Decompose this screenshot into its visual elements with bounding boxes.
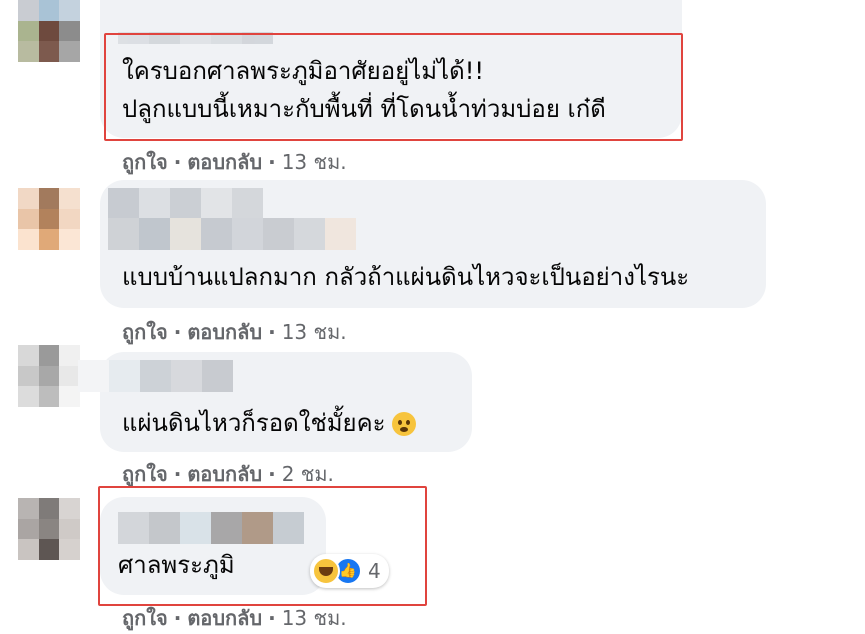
like-link[interactable]: ถูกใจ xyxy=(122,606,168,630)
reply-link[interactable]: ตอบกลับ xyxy=(187,320,262,344)
avatar[interactable] xyxy=(18,0,80,62)
highlight-box xyxy=(104,33,683,141)
reply-link[interactable]: ตอบกลับ xyxy=(187,150,262,174)
comment-actions: ถูกใจ · ตอบกลับ · 13 ชม. xyxy=(122,320,347,344)
avatar[interactable] xyxy=(18,188,80,250)
timestamp[interactable]: 13 ชม. xyxy=(282,320,347,344)
comment-text-content: แผ่นดินไหวก็รอดใช่มั้ยคะ xyxy=(122,409,386,437)
like-link[interactable]: ถูกใจ xyxy=(122,462,168,486)
author-name-blurred[interactable] xyxy=(78,360,233,392)
author-name-blurred[interactable] xyxy=(108,218,356,250)
comment-actions: ถูกใจ · ตอบกลับ · 13 ชม. xyxy=(122,150,347,174)
avatar[interactable] xyxy=(18,345,80,407)
comment-text: แผ่นดินไหวก็รอดใช่มั้ยคะ xyxy=(122,404,416,442)
like-link[interactable]: ถูกใจ xyxy=(122,150,168,174)
reply-link[interactable]: ตอบกลับ xyxy=(187,462,262,486)
reply-link[interactable]: ตอบกลับ xyxy=(187,606,262,630)
author-name-blurred[interactable] xyxy=(108,188,263,220)
timestamp[interactable]: 13 ชม. xyxy=(282,150,347,174)
highlight-box xyxy=(98,486,427,606)
like-link[interactable]: ถูกใจ xyxy=(122,320,168,344)
comment-actions: ถูกใจ · ตอบกลับ · 13 ชม. xyxy=(122,606,347,630)
sad-face-icon xyxy=(391,412,416,436)
comment-text: แบบบ้านแปลกมาก กลัวถ้าแผ่นดินไหวจะเป็นอย… xyxy=(122,263,690,291)
timestamp[interactable]: 13 ชม. xyxy=(282,606,347,630)
avatar[interactable] xyxy=(18,498,80,560)
timestamp[interactable]: 2 ชม. xyxy=(282,462,334,486)
